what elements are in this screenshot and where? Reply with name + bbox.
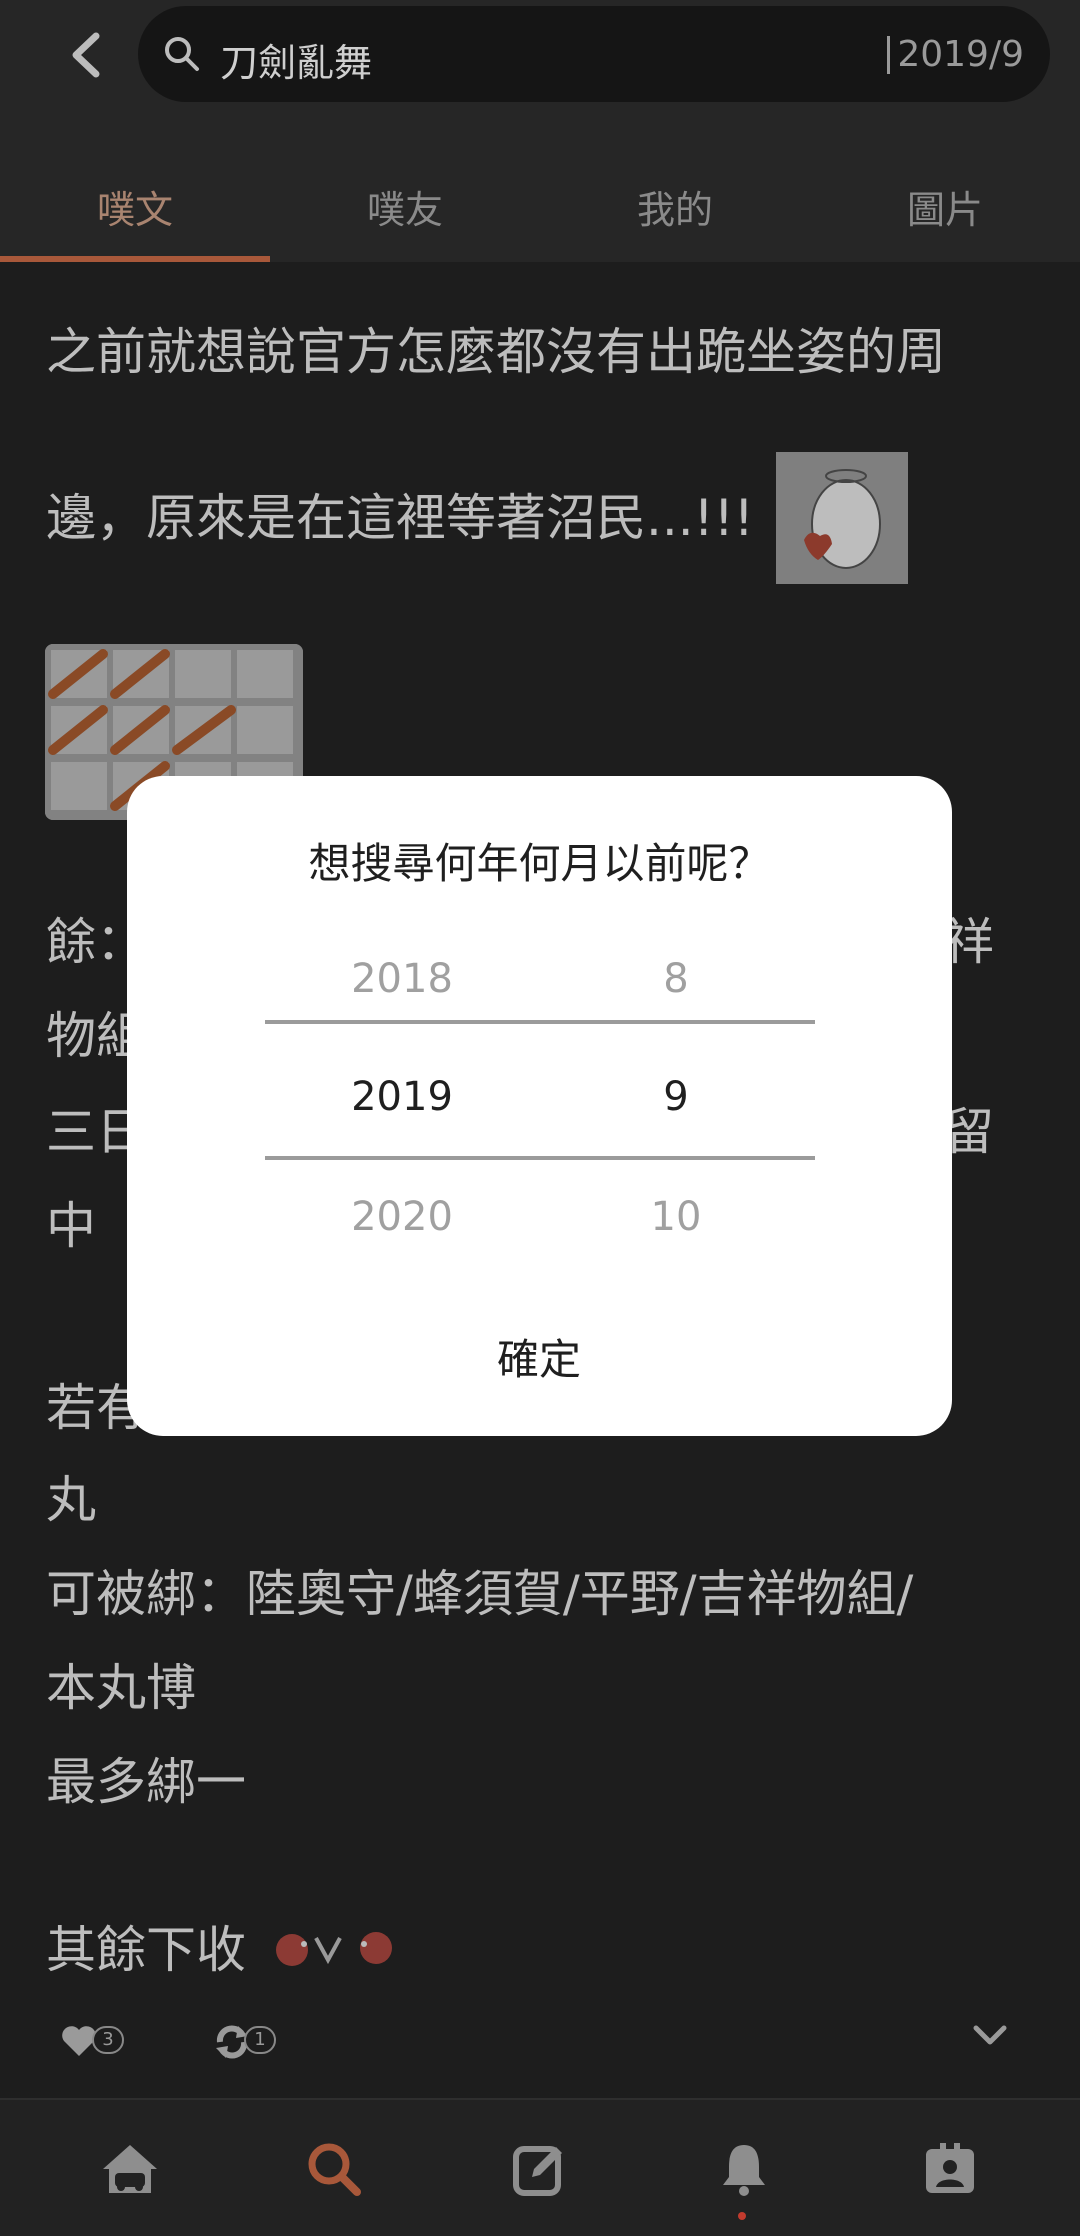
dialog-title: 想搜尋何年何月以前呢？ bbox=[308, 839, 771, 888]
search-icon bbox=[165, 37, 199, 71]
tab-friends[interactable]: 噗友 bbox=[270, 150, 540, 262]
nav-search[interactable] bbox=[226, 2100, 442, 2236]
tab-label: 噗友 bbox=[366, 187, 443, 232]
search-divider bbox=[887, 36, 890, 74]
nav-profile[interactable] bbox=[842, 2100, 1058, 2236]
month-option-selected[interactable]: 9 bbox=[556, 1074, 796, 1120]
nav-home[interactable] bbox=[22, 2100, 238, 2236]
bottom-navigation bbox=[0, 2098, 1080, 2236]
post-text-line: 可被綁：陸奧守/蜂須賀/平野/吉祥物組/ bbox=[46, 1565, 914, 1623]
tab-mine[interactable]: 我的 bbox=[540, 150, 810, 262]
year-month-picker[interactable]: 2018 8 2019 9 2020 10 bbox=[127, 946, 952, 1246]
post-text-line: 中 bbox=[46, 1197, 96, 1255]
year-option-selected[interactable]: 2019 bbox=[282, 1074, 522, 1120]
back-button[interactable] bbox=[50, 20, 120, 90]
compose-icon bbox=[513, 2146, 562, 2196]
bell-icon bbox=[723, 2145, 765, 2196]
post-text-line: 丸 bbox=[46, 1471, 96, 1529]
year-option-prev[interactable]: 2018 bbox=[282, 956, 522, 1002]
post-text-line: 最多綁一 bbox=[46, 1753, 246, 1811]
post-text-line: 本丸博 bbox=[46, 1659, 196, 1717]
back-arrow-icon bbox=[72, 32, 100, 78]
notification-badge bbox=[738, 2212, 746, 2220]
tab-bar: 噗文 噗友 我的 圖片 bbox=[0, 150, 1080, 262]
tab-plurks[interactable]: 噗文 bbox=[0, 150, 270, 262]
tab-images[interactable]: 圖片 bbox=[810, 150, 1080, 262]
date-filter[interactable]: 2019/9 bbox=[897, 34, 1024, 75]
profile-card-icon bbox=[926, 2143, 974, 2193]
month-option-next[interactable]: 10 bbox=[556, 1194, 796, 1240]
picker-divider-top bbox=[265, 1020, 815, 1024]
search-icon bbox=[308, 2143, 361, 2196]
blush-face-sticker bbox=[268, 1924, 400, 1972]
home-icon bbox=[103, 2145, 157, 2193]
post-actions: 3 1 bbox=[0, 2002, 1080, 2082]
chevron-down-icon[interactable] bbox=[972, 2024, 1008, 2048]
search-query: 刀劍亂舞 bbox=[220, 41, 373, 85]
date-picker-dialog: 想搜尋何年何月以前呢？ 2018 8 2019 9 2020 10 確定 bbox=[127, 776, 952, 1436]
post-text-line: 之前就想說官方怎麼都沒有出跪坐姿的周 bbox=[46, 323, 946, 381]
picker-divider-bottom bbox=[265, 1156, 815, 1160]
angel-ghost-sticker bbox=[776, 452, 908, 584]
replurk-count: 1 bbox=[244, 2026, 276, 2054]
post-text-line: 邊，原來是在這裡等著沼民...!!! bbox=[46, 489, 754, 547]
tab-label: 噗文 bbox=[96, 187, 173, 232]
post-text-line: 其餘下收 bbox=[46, 1921, 246, 1979]
month-option-prev[interactable]: 8 bbox=[556, 956, 796, 1002]
nav-compose[interactable] bbox=[432, 2100, 648, 2236]
search-bar[interactable]: 刀劍亂舞 2019/9 bbox=[138, 6, 1050, 102]
nav-notifications[interactable] bbox=[636, 2100, 852, 2236]
top-bar: 刀劍亂舞 2019/9 噗文 噗友 我的 圖片 bbox=[0, 0, 1080, 262]
confirm-button[interactable]: 確定 bbox=[439, 1316, 639, 1396]
tab-label: 我的 bbox=[636, 187, 713, 232]
year-option-next[interactable]: 2020 bbox=[282, 1194, 522, 1240]
tab-label: 圖片 bbox=[906, 187, 983, 232]
like-count: 3 bbox=[92, 2026, 124, 2054]
